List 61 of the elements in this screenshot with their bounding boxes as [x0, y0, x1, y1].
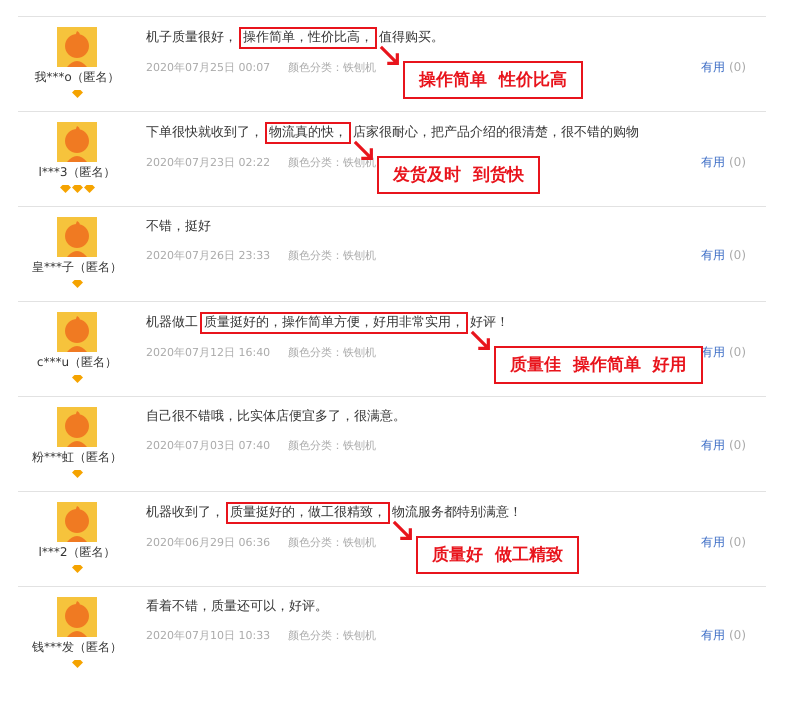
review-date: 2020年07月23日 02:22: [146, 155, 270, 170]
useful-link[interactable]: 有用 (0): [701, 534, 746, 551]
review-text: 自己很不错哦，比实体店便宜多了，很满意。: [146, 409, 406, 424]
color-category: 颜色分类：铁刨机: [288, 535, 376, 550]
color-category: 颜色分类：铁刨机: [288, 248, 376, 263]
review-date: 2020年06月29日 06:36: [146, 535, 270, 550]
diamond-icon: [72, 470, 82, 478]
review-text: 下单很快就收到了，: [146, 125, 263, 140]
review-text: 物流服务都特别满意！: [392, 505, 522, 520]
avatar: [57, 27, 97, 67]
avatar: [57, 122, 97, 162]
username: c***u（匿名）: [36, 354, 118, 371]
callout-label: 质量佳 操作简单 好用: [494, 346, 703, 384]
arrow-icon: [470, 330, 492, 352]
callout-label: 质量好 做工精致: [416, 536, 579, 574]
avatar: [57, 597, 97, 637]
highlighted-text: 操作简单，性价比高，: [239, 27, 377, 49]
avatar: [57, 502, 97, 542]
useful-link[interactable]: 有用 (0): [701, 247, 746, 264]
review-date: 2020年07月26日 23:33: [146, 248, 270, 263]
review-text: 机器收到了，: [146, 505, 224, 520]
username: l***2（匿名）: [38, 544, 116, 561]
highlighted-text: 物流真的快，: [265, 122, 351, 144]
review-date: 2020年07月12日 16:40: [146, 345, 270, 360]
highlighted-text: 质量挺好的，做工很精致，: [226, 502, 390, 524]
diamond-icon: [72, 280, 82, 288]
arrow-icon: [392, 520, 414, 542]
callout-label: 操作简单 性价比高: [403, 61, 583, 99]
review-date: 2020年07月03日 07:40: [146, 438, 270, 453]
highlighted-text: 质量挺好的，操作简单方便，好用非常实用，: [200, 312, 468, 334]
review-text: 机器做工: [146, 315, 198, 330]
useful-link[interactable]: 有用 (0): [701, 154, 746, 171]
arrow-icon: [379, 45, 401, 67]
diamond-icon: [72, 660, 82, 668]
review-text: 机子质量很好，: [146, 30, 237, 45]
username: 粉***虹（匿名）: [32, 449, 122, 466]
avatar: [57, 312, 97, 352]
review-text: 看着不错，质量还可以，好评。: [146, 599, 328, 614]
review-date: 2020年07月10日 10:33: [146, 628, 270, 643]
review-text: 不错，挺好: [146, 219, 211, 234]
username: 我***o（匿名）: [34, 69, 120, 86]
avatar: [57, 217, 97, 257]
color-category: 颜色分类：铁刨机: [288, 438, 376, 453]
username: 钱***发（匿名）: [32, 639, 122, 656]
callout-label: 发货及时 到货快: [377, 156, 540, 194]
color-category: 颜色分类：铁刨机: [288, 60, 376, 75]
username: 皇***子（匿名）: [32, 259, 122, 276]
useful-link[interactable]: 有用 (0): [701, 437, 746, 454]
diamond-icon: [72, 375, 82, 383]
username: l***3（匿名）: [38, 164, 116, 181]
useful-link[interactable]: 有用 (0): [701, 627, 746, 644]
color-category: 颜色分类：铁刨机: [288, 345, 376, 360]
review-date: 2020年07月25日 00:07: [146, 60, 270, 75]
review-text: 值得购买。: [379, 30, 444, 45]
review-text: 店家很耐心，把产品介绍的很清楚，很不错的购物: [353, 125, 639, 140]
review-text: 好评！: [470, 315, 509, 330]
diamond-icon: [72, 565, 82, 573]
color-category: 颜色分类：铁刨机: [288, 628, 376, 643]
diamond-icon: [72, 90, 82, 98]
avatar: [57, 407, 97, 447]
useful-link[interactable]: 有用 (0): [701, 59, 746, 76]
